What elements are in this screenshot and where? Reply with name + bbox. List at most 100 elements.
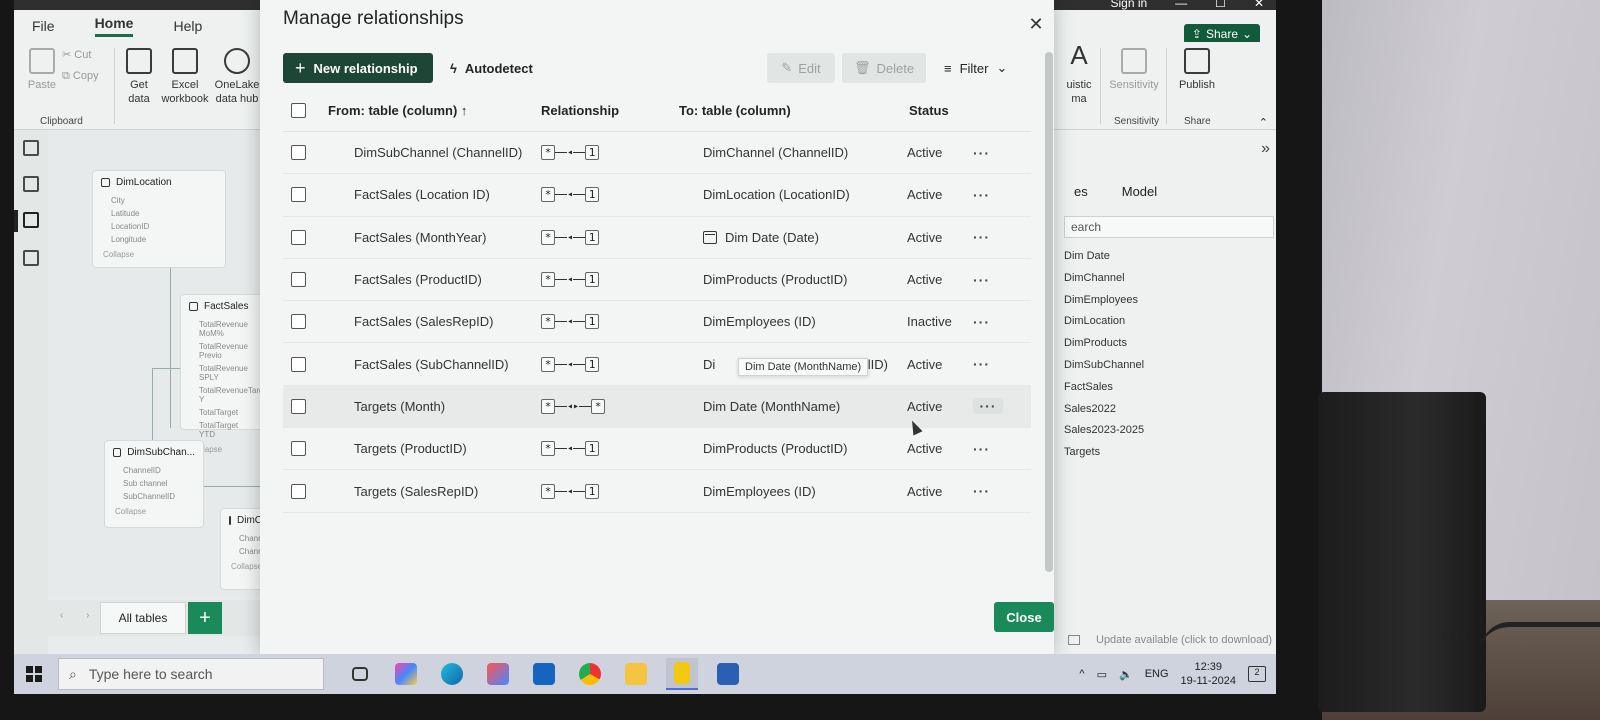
window-close-icon[interactable]: ✕ [1254,0,1264,10]
more-options-icon[interactable]: ··· [973,229,1003,245]
network-icon[interactable]: ▭ [1097,668,1107,681]
notifications-icon[interactable]: 2 [1248,666,1266,682]
volume-icon[interactable]: 🔈 [1119,668,1133,681]
table-row[interactable]: Targets (Month) * ◂▸ * Dim Date (MonthName) A… [283,385,1031,429]
linguistic-schema-button[interactable]: A uistic ma [1064,42,1094,106]
minimize-icon[interactable]: — [1175,0,1187,10]
sign-in-link[interactable]: Sign in [1110,0,1147,10]
autodetect-button[interactable]: ϟ Autodetect [450,53,533,83]
power-bi-icon[interactable] [666,658,698,690]
list-item[interactable]: Targets [1064,446,1144,468]
dax-query-view-icon[interactable] [23,250,39,266]
new-relationship-button[interactable]: + New relationship [283,53,433,83]
table-row[interactable]: FactSales (SalesRepID) * ◂ 1 DimEmployees (I… [283,301,1031,344]
list-item[interactable]: DimEmployees [1064,294,1144,316]
more-options-icon[interactable]: ··· [973,187,1003,203]
table-row[interactable]: DimSubChannel (ChannelID) * ◂ 1 DimChannel (… [283,132,1031,175]
windows-start-icon[interactable] [26,666,42,682]
list-item[interactable]: FactSales [1064,381,1144,403]
collapse-link[interactable]: Collapse [105,503,203,520]
select-all-checkbox[interactable] [291,103,306,118]
edge-icon[interactable] [436,658,468,690]
delete-button[interactable]: 🗑 Delete [842,53,926,83]
col-from[interactable]: From: table (column) ↑ [306,103,541,118]
list-item[interactable]: Sales2022 [1064,403,1144,425]
list-item[interactable]: Sales2023-2025 [1064,424,1144,446]
edit-button[interactable]: ✎ Edit [767,53,835,83]
collapse-link[interactable]: Collapse [93,246,225,263]
row-checkbox[interactable] [291,229,306,245]
more-options-icon[interactable]: ··· [973,398,1003,415]
table-card-dimsubchannel[interactable]: DimSubChan... ChannelID Sub channel SubC… [104,440,204,528]
collapse-ribbon-icon[interactable]: ⌃ [1259,116,1268,129]
chrome-icon[interactable] [574,658,606,690]
table-row[interactable]: Targets (SalesRepID) * ◂ 1 DimEmployees (ID)… [283,470,1031,513]
list-item[interactable]: DimSubChannel [1064,359,1144,381]
clock[interactable]: 12:39 19-11-2024 [1181,660,1236,688]
all-tables-tab[interactable]: All tables [100,602,186,634]
close-button[interactable]: Close [994,602,1054,632]
table-row[interactable]: Targets (ProductID) * ◂ 1 DimProducts (Produ… [283,428,1031,471]
fit-to-screen-icon[interactable] [1068,635,1080,645]
add-layout-button[interactable]: + [188,602,222,634]
tab-file[interactable]: File [32,18,55,34]
row-checkbox[interactable] [291,483,306,499]
filter-button[interactable]: ≡ Filter ⌄ [944,53,1007,83]
tab-home[interactable]: Home [94,15,134,37]
outlook-icon[interactable] [528,658,560,690]
share-button[interactable]: ⇪ Share ⌄ [1184,24,1260,44]
more-options-icon[interactable]: ··· [973,441,1003,457]
more-options-icon[interactable]: ··· [973,314,1003,330]
page-scroll-arrows[interactable]: ‹ › [60,610,99,621]
table-row[interactable]: FactSales (Location ID) * ◂ 1 DimLocation (L… [283,174,1031,217]
chevron-up-icon[interactable]: ^ [1079,668,1084,680]
scrollbar[interactable] [1045,52,1053,572]
row-checkbox[interactable] [291,187,306,203]
row-checkbox[interactable] [291,145,306,161]
list-item[interactable]: DimLocation [1064,315,1144,337]
list-item[interactable]: DimChannel [1064,272,1144,294]
excel-workbook-button[interactable]: Excel workbook [160,48,210,106]
close-icon[interactable]: ✕ [1026,14,1046,34]
report-view-icon[interactable] [23,140,39,156]
more-options-icon[interactable]: ··· [973,356,1003,372]
more-options-icon[interactable]: ··· [973,483,1003,499]
tab-model[interactable]: Model [1122,184,1157,199]
paste-button[interactable]: Paste [22,48,62,92]
tab-help[interactable]: Help [173,18,202,34]
cut-button[interactable]: ✂ Cut [62,48,91,61]
row-checkbox[interactable] [291,356,306,372]
table-view-icon[interactable] [23,176,39,192]
search-input[interactable]: earch [1064,216,1274,238]
list-item[interactable]: Dim Date [1064,250,1144,272]
get-data-button[interactable]: Get data [120,48,158,106]
word-icon[interactable] [712,658,744,690]
publish-button[interactable]: Publish [1172,48,1222,92]
list-item[interactable]: DimProducts [1064,337,1144,359]
expand-pane-icon[interactable]: » [1261,140,1270,158]
table-row[interactable]: FactSales (MonthYear) * ◂ 1 Dim Date (Date) A… [283,217,1031,259]
maximize-icon[interactable]: ☐ [1215,0,1226,10]
tab-tables[interactable]: es [1074,184,1088,199]
onelake-button[interactable]: OneLake data hub [214,48,260,106]
update-notice[interactable]: Update available (click to download) [1068,634,1272,646]
model-view-icon[interactable] [23,212,39,228]
sensitivity-button[interactable]: Sensitivity [1106,48,1162,92]
row-checkbox[interactable] [291,441,306,457]
row-checkbox[interactable] [291,314,306,330]
store-icon[interactable] [482,658,514,690]
from-table: FactSales (SalesRepID) [354,314,494,330]
file-explorer-icon[interactable] [620,658,652,690]
table-row[interactable]: FactSales (ProductID) * ◂ 1 DimProducts (Pro… [283,259,1031,302]
table-card-dimlocation[interactable]: DimLocation City Latitude LocationID Lon… [92,170,226,268]
task-view-icon[interactable] [344,658,376,690]
row-checkbox[interactable] [291,272,306,288]
copy-button[interactable]: ⧉ Copy [62,70,99,83]
taskbar-search[interactable]: ⌕ Type here to search [58,658,324,690]
copilot-icon[interactable] [390,658,422,690]
more-options-icon[interactable]: ··· [973,272,1003,288]
table-row[interactable]: FactSales (SubChannelID) * ◂ 1 Di nelID) Activ… [283,343,1031,386]
more-options-icon[interactable]: ··· [973,145,1003,161]
language-indicator[interactable]: ENG [1145,668,1169,680]
row-checkbox[interactable] [291,398,306,414]
